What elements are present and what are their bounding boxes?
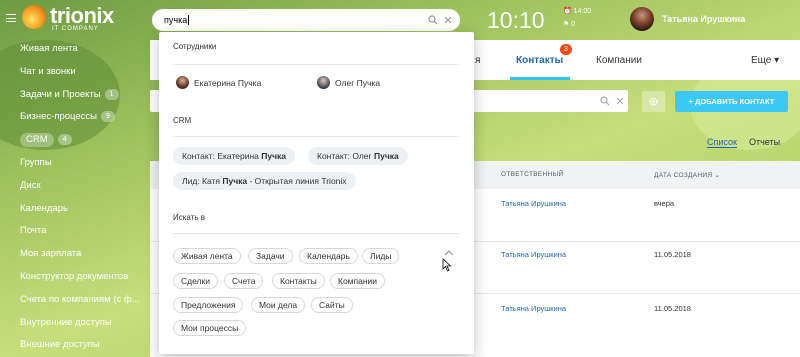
alarm-time: ⏰ 14:00 <box>563 8 592 15</box>
user-avatar[interactable] <box>630 7 654 31</box>
search-in-section-title: Искать в <box>173 213 206 222</box>
sidebar-item-7[interactable]: Календарь <box>0 198 150 221</box>
employee-avatar <box>317 76 330 89</box>
row-3-created: 11.05.2018 <box>654 304 691 313</box>
sidebar-item-6[interactable]: Диск <box>0 175 150 198</box>
sidebar-item-13[interactable]: Внешние доступы <box>0 334 150 357</box>
clear-search-icon[interactable] <box>443 15 453 25</box>
add-contact-button[interactable]: + ДОБАВИТЬ КОНТАКТ <box>675 91 788 112</box>
row-2-created: 11.05.2018 <box>654 250 691 259</box>
tab-more[interactable]: Еще ▾ <box>751 55 779 66</box>
sidebar-counter: 4 <box>57 134 72 146</box>
hamburger-menu-icon[interactable] <box>6 14 16 22</box>
flag-icon: ⚑ <box>563 21 572 28</box>
filter-clear-icon[interactable] <box>615 96 625 106</box>
search-icon[interactable] <box>428 15 438 25</box>
employee-name: Екатерина Пучка <box>194 78 262 88</box>
sidebar-item-label: Группы <box>20 156 52 168</box>
filter-search-icon[interactable] <box>600 96 610 106</box>
clock[interactable]: 10:10 <box>487 7 545 34</box>
crm-result-chip[interactable]: Контакт: Олег Пучка <box>308 147 408 165</box>
crm-result-chip[interactable]: Лид: Катя Пучка - Открытая линия Trionix <box>173 172 356 190</box>
tab-contacts[interactable]: Контакты <box>516 55 563 66</box>
sidebar-item-label: Календарь <box>20 202 68 214</box>
chevron-down-icon: ▾ <box>774 55 780 66</box>
sidebar-item-10[interactable]: Конструктор документов <box>0 266 150 289</box>
sidebar-item-3[interactable]: Бизнес-процессы 9 <box>0 106 150 129</box>
separator <box>173 233 459 234</box>
search-results-dropdown: Сотрудники Екатерина Пучка Олег Пучка CR… <box>159 32 474 354</box>
global-search[interactable]: пучка <box>152 9 460 31</box>
sidebar-item-label: Счета по компаниям (с ф... <box>20 293 140 305</box>
sidebar-item-label: CRM <box>20 133 54 148</box>
left-sidebar: Живая лента Чат и звонки Задачи и Проекты 1… <box>0 38 150 357</box>
settings-button[interactable] <box>642 91 665 112</box>
alarm-icon: ⏰ <box>563 8 574 15</box>
search-scope-tag[interactable]: Календарь <box>299 248 358 264</box>
employee-result[interactable]: Олег Пучка <box>317 76 380 90</box>
search-scope-tag[interactable]: Живая лента <box>173 248 241 264</box>
sidebar-item-label: Почта <box>20 225 47 237</box>
active-tab-indicator <box>510 77 570 80</box>
employee-avatar <box>176 76 189 89</box>
sidebar-item-label: Внешние доступы <box>20 339 100 351</box>
tab-partial[interactable]: я <box>475 55 480 66</box>
sidebar-item-label: Бизнес-процессы <box>20 111 97 123</box>
search-scope-tag[interactable]: Счета <box>224 273 264 289</box>
search-scope-tag[interactable]: Мои процессы <box>173 320 247 336</box>
sidebar-item-1[interactable]: Чат и звонки <box>0 61 150 84</box>
gear-icon <box>649 97 658 106</box>
employees-section-title: Сотрудники <box>173 42 217 51</box>
contacts-badge: 3 <box>560 44 572 55</box>
sidebar-item-label: Конструктор документов <box>20 270 129 282</box>
employee-result[interactable]: Екатерина Пучка <box>176 76 261 90</box>
sidebar-item-11[interactable]: Счета по компаниям (с ф... <box>0 289 150 312</box>
crm-result-chip[interactable]: Контакт: Екатерина Пучка <box>173 147 295 165</box>
flag-count: ⚑ 0 <box>563 21 576 28</box>
search-scope-tag[interactable]: Задачи <box>248 248 293 264</box>
sidebar-counter: 9 <box>101 111 115 123</box>
column-created[interactable]: ДАТА СОЗДАНИЯ ⌄ <box>654 171 720 179</box>
search-scope-tag[interactable]: Лиды <box>362 248 400 264</box>
sidebar-item-label: Живая лента <box>20 43 78 54</box>
sidebar-item-0[interactable]: Живая лента <box>0 38 150 61</box>
sidebar-item-label: Чат и звонки <box>20 65 76 77</box>
search-scope-tag[interactable]: Контакты <box>272 273 325 289</box>
sidebar-item-2[interactable]: Задачи и Проекты 1 <box>0 84 150 107</box>
tab-companies[interactable]: Компании <box>596 55 642 66</box>
crm-section-title: CRM <box>173 116 192 125</box>
view-reports[interactable]: Отчеты <box>749 137 780 147</box>
sidebar-item-label: Диск <box>20 179 41 191</box>
sidebar-item-label: Внутренние доступы <box>20 316 112 328</box>
brand-subtitle: IT COMPANY <box>52 26 99 32</box>
sidebar-item-8[interactable]: Почта <box>0 220 150 243</box>
sidebar-item-label: Задачи и Проекты <box>20 88 101 100</box>
employee-name: Олег Пучка <box>335 78 381 88</box>
sidebar-item-label: Моя зарплата <box>20 248 82 260</box>
collapse-chevron-up-icon[interactable] <box>444 249 454 257</box>
search-scope-tag[interactable]: Сайты <box>311 297 353 313</box>
user-name[interactable]: Татьяна Ирушкина <box>662 14 745 24</box>
row-2-responsible[interactable]: Татьяна Ирушкина <box>501 250 566 259</box>
search-scope-tag[interactable]: Предложения <box>173 297 244 313</box>
mouse-cursor-icon <box>442 258 452 272</box>
sort-chevron-icon: ⌄ <box>714 172 721 179</box>
sidebar-item-5[interactable]: Группы <box>0 152 150 175</box>
search-scope-tag[interactable]: Мои дела <box>251 297 306 313</box>
logo-icon <box>22 5 46 29</box>
search-input[interactable]: пучка <box>164 15 190 25</box>
separator <box>173 64 459 65</box>
sidebar-item-9[interactable]: Моя зарплата <box>0 243 150 266</box>
row-1-created: вчера <box>654 199 675 208</box>
column-responsible[interactable]: ОТВЕТСТВЕННЫЙ <box>501 171 564 178</box>
sidebar-counter: 1 <box>104 88 119 100</box>
sidebar-item-12[interactable]: Внутренние доступы <box>0 312 150 335</box>
row-1-responsible[interactable]: Татьяна Ирушкина <box>501 199 566 208</box>
row-3-responsible[interactable]: Татьяна Ирушкина <box>501 304 566 313</box>
sidebar-item-4[interactable]: CRM 4 <box>0 129 150 152</box>
search-scope-tag[interactable]: Сделки <box>173 273 218 289</box>
separator <box>173 136 459 137</box>
view-list[interactable]: Список <box>707 137 737 148</box>
search-scope-tag[interactable]: Компании <box>330 273 386 289</box>
